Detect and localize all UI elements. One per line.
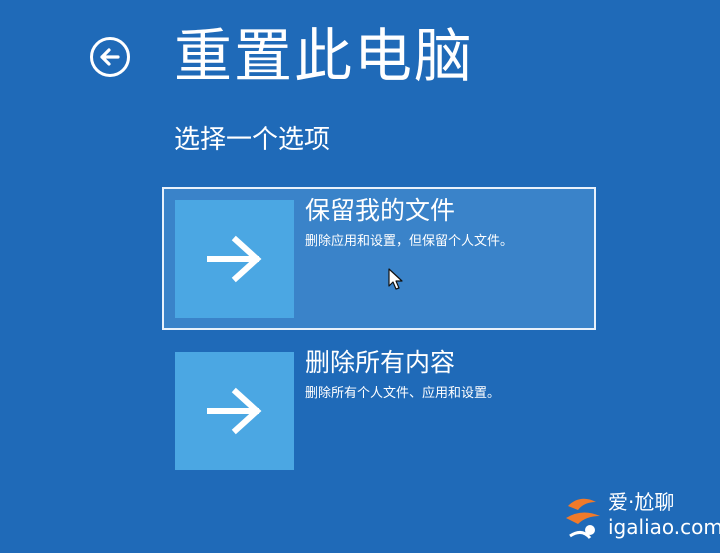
back-arrow-icon <box>90 37 130 77</box>
option-tile <box>175 352 294 470</box>
arrow-right-icon <box>207 387 262 435</box>
page-subtitle: 选择一个选项 <box>174 125 331 155</box>
watermark-brand: 爱·尬聊 <box>608 490 675 514</box>
page-title: 重置此电脑 <box>174 22 475 90</box>
option-description: 删除应用和设置，但保留个人文件。 <box>305 234 514 249</box>
arrow-right-icon <box>207 235 262 283</box>
option-description: 删除所有个人文件、应用和设置。 <box>305 386 501 401</box>
option-title: 删除所有内容 <box>305 348 456 377</box>
option-tile <box>175 200 294 318</box>
option-keep-my-files[interactable]: 保留我的文件 删除应用和设置，但保留个人文件。 <box>162 187 596 330</box>
watermark: 爱·尬聊 igaliao.com <box>560 490 720 550</box>
option-title: 保留我的文件 <box>305 196 456 225</box>
watermark-domain: igaliao.com <box>608 515 720 539</box>
watermark-logo-icon <box>566 498 600 540</box>
back-button[interactable] <box>89 36 131 78</box>
mouse-pointer-icon <box>388 268 403 290</box>
option-remove-everything[interactable]: 删除所有内容 删除所有个人文件、应用和设置。 <box>162 339 596 482</box>
